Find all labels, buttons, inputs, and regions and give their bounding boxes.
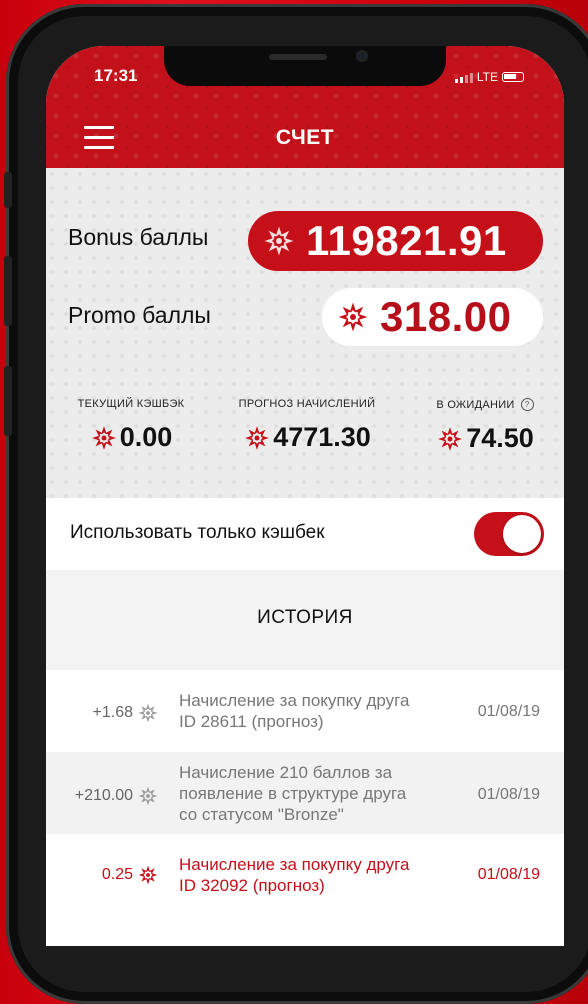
history-description: Начисление 210 баллов за появление в стр… xyxy=(179,763,407,824)
notch xyxy=(164,46,446,86)
earpiece-speaker xyxy=(269,54,327,60)
points-icon xyxy=(245,425,270,450)
history-amount: +1.68 xyxy=(92,704,133,721)
stat-value: 74.50 xyxy=(466,423,534,453)
points-icon xyxy=(338,302,368,332)
cashback-toggle-row: Использовать только кэшбек xyxy=(46,498,564,570)
balance-panel: Bonus баллы 119821.91 Promo баллы 318.00… xyxy=(46,168,564,498)
stat-label: В ОЖИДАНИИ? xyxy=(422,398,548,411)
stat-value: 4771.30 xyxy=(273,422,371,452)
history-header: ИСТОРИЯ xyxy=(46,570,564,670)
phone-frame: 17:31 LTE СЧЕТ Bonus баллы 119821.91 Pro… xyxy=(4,4,588,1004)
stat-label: ТЕКУЩИЙ КЭШБЭК xyxy=(77,398,185,410)
history-date: 01/08/19 xyxy=(477,786,540,803)
promo-value: 318.00 xyxy=(380,293,512,340)
bonus-balance-pill: 119821.91 xyxy=(248,211,543,271)
toggle-knob xyxy=(503,515,541,553)
battery-icon xyxy=(502,72,524,82)
stat-value: 0.00 xyxy=(119,422,173,452)
points-icon xyxy=(138,865,158,885)
history-title: ИСТОРИЯ xyxy=(257,607,353,628)
mute-switch xyxy=(4,172,12,208)
history-date: 01/08/19 xyxy=(477,703,540,720)
bonus-label: Bonus баллы xyxy=(68,224,209,250)
points-icon xyxy=(264,226,294,256)
promo-label: Promo баллы xyxy=(68,302,211,328)
points-icon xyxy=(138,786,158,806)
bonus-value: 119821.91 xyxy=(306,217,507,264)
cashback-toggle-label: Использовать только кэшбек xyxy=(70,522,325,543)
status-time: 17:31 xyxy=(94,66,138,85)
history-description: Начисление за покупку друга ID 32092 (пр… xyxy=(179,855,410,895)
promo-balance-pill: 318.00 xyxy=(322,288,543,346)
info-icon[interactable]: ? xyxy=(520,398,534,411)
history-row[interactable]: +210.00 Начисление 210 баллов за появлен… xyxy=(46,752,564,834)
stat-label: ПРОГНОЗ НАЧИСЛЕНИЙ xyxy=(238,398,376,410)
history-row[interactable]: 0.25 Начисление за покупку друга ID 3209… xyxy=(46,834,564,916)
volume-up-button xyxy=(4,256,12,326)
points-icon xyxy=(438,426,463,451)
history-date: 01/08/19 xyxy=(477,866,540,883)
stat-current-cashback: ТЕКУЩИЙ КЭШБЭК 0.00 xyxy=(68,398,194,453)
stat-forecast: ПРОГНОЗ НАЧИСЛЕНИЙ 4771.30 xyxy=(226,398,388,453)
network-type: LTE xyxy=(476,70,498,84)
stat-pending: В ОЖИДАНИИ? 74.50 xyxy=(422,398,548,454)
history-amount: 0.25 xyxy=(101,866,133,883)
history-amount: +210.00 xyxy=(74,787,133,804)
history-row[interactable]: +1.68 Начисление за покупку друга ID 286… xyxy=(46,670,564,752)
volume-down-button xyxy=(4,366,12,436)
front-camera xyxy=(356,50,368,62)
points-icon xyxy=(138,703,158,723)
cashback-only-toggle[interactable] xyxy=(474,512,544,556)
signal-icon xyxy=(454,72,473,83)
page-title: СЧЕТ xyxy=(275,126,335,149)
status-indicators: LTE xyxy=(454,70,524,84)
history-description: Начисление за покупку друга ID 28611 (пр… xyxy=(179,691,410,731)
app-screen: 17:31 LTE СЧЕТ Bonus баллы 119821.91 Pro… xyxy=(46,46,564,946)
points-icon xyxy=(91,425,116,450)
